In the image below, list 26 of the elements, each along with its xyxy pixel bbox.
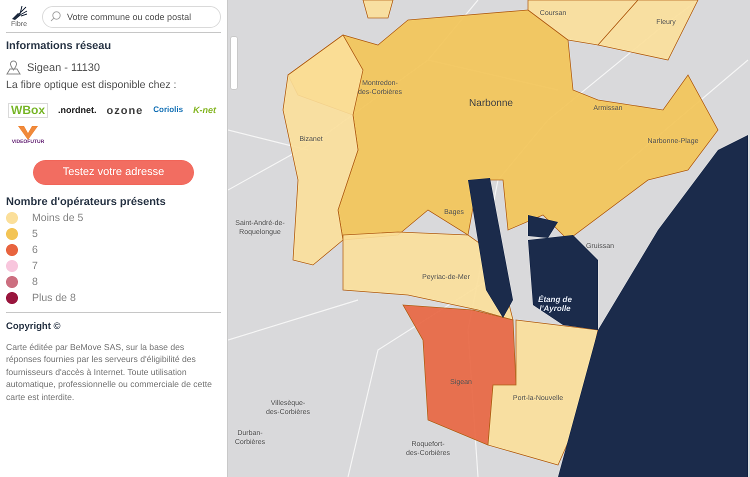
town-label: Narbonne xyxy=(469,98,513,109)
provider-logo: ozone xyxy=(106,104,144,117)
test-address-button[interactable]: Testez votre adresse xyxy=(33,160,194,185)
copyright-title: Copyright © xyxy=(6,320,62,332)
fiber-icon xyxy=(10,5,28,21)
panel-resize-handle[interactable] xyxy=(230,36,238,90)
legend-label: Moins de 5 xyxy=(32,212,84,224)
legend-label: Plus de 8 xyxy=(32,292,76,304)
section-title: Informations réseau xyxy=(6,40,112,52)
location-pin-icon xyxy=(6,60,21,75)
provider-logo: K-net xyxy=(193,106,216,116)
provider-logo: WBox xyxy=(8,103,48,118)
legend-title: Nombre d'opérateurs présents xyxy=(6,196,167,208)
legend-label: 5 xyxy=(32,228,38,240)
provider-logo: Coriolis xyxy=(153,106,184,115)
legend-label: 8 xyxy=(32,276,38,288)
availability-text: La fibre optique est disponible chez : xyxy=(6,79,178,91)
commune-area[interactable] xyxy=(488,320,598,466)
copyright-text: Carte éditée par BeMove SAS, sur la base des réponses fournies par les serveurs d'éligibilité des fournisseurs d'accès à Internet. Toute utilisation automatique, professionnelle ou commerciale de cette carte est interdite. xyxy=(6,340,213,403)
search-icon xyxy=(50,10,61,22)
search-field[interactable]: Votre commune ou code postal xyxy=(42,6,221,28)
location-text: Sigean - 11130 xyxy=(27,62,100,74)
legend-label: 7 xyxy=(32,260,38,272)
provider-logo: .nordnet. xyxy=(58,106,96,116)
legend-label: 6 xyxy=(32,244,38,256)
lagoon-label: Étang de l'Ayrolle xyxy=(538,295,572,313)
